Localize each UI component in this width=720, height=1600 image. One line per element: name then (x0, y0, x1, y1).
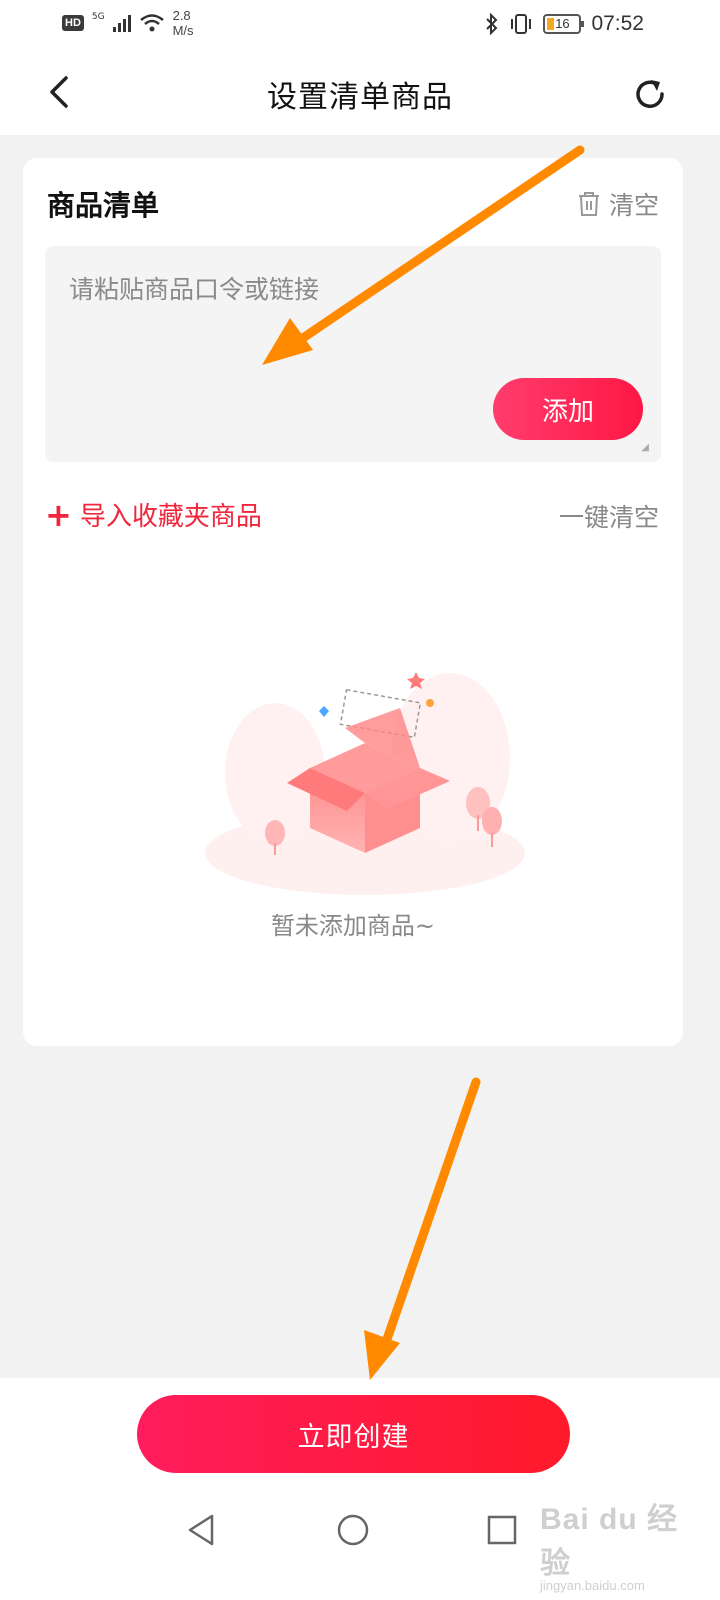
plus-icon: + (45, 495, 72, 534)
wifi-icon (139, 14, 164, 32)
baidu-watermark: Bai du 经验 jingyan.baidu.com (540, 1494, 690, 1593)
resize-grip-icon: ◢ (641, 442, 649, 453)
trash-icon (578, 192, 599, 216)
network-type: 5G (91, 12, 105, 22)
vibrate-icon (511, 14, 532, 34)
import-favorites-button[interactable]: + 导入收藏夹商品 (45, 496, 262, 533)
header: 设置清单商品 (0, 50, 720, 135)
watermark-sub: jingyan.baidu.com (540, 1578, 645, 1593)
speed-value: 2.8 (172, 8, 191, 23)
link-input-box: ◢ 添加 (45, 246, 661, 462)
battery-icon: 16 (543, 14, 585, 34)
clear-label: 清空 (608, 191, 659, 220)
clear-button[interactable]: 清空 (577, 186, 659, 222)
page-title: 设置清单商品 (267, 80, 453, 115)
status-bar: HD 5G 2.8 M/s 16 07:52 (0, 0, 720, 50)
empty-state-text: 暂未添加商品~ (270, 912, 436, 940)
hd-badge: HD (62, 15, 84, 31)
create-now-button[interactable]: 立即创建 (137, 1395, 570, 1473)
status-left: HD 5G 2.8 M/s (62, 8, 194, 38)
watermark-main: Bai du 经验 (540, 1503, 679, 1580)
link-input[interactable] (45, 246, 661, 366)
card-title: 商品清单 (47, 189, 160, 222)
signal-icon (112, 14, 131, 32)
status-right: 16 07:52 (485, 12, 644, 36)
product-list-card: 商品清单 清空 ◢ 添加 + 导入收藏夹商品 一键清空 (23, 158, 683, 1046)
network-speed: 2.8 M/s (173, 8, 194, 38)
import-label: 导入收藏夹商品 (79, 502, 262, 532)
speed-unit: M/s (172, 23, 194, 38)
clear-all-button[interactable]: 一键清空 (559, 498, 659, 534)
add-button[interactable]: 添加 (493, 378, 643, 440)
empty-box-illustration (205, 672, 525, 895)
circle-home-icon[interactable] (331, 1508, 375, 1552)
refresh-icon[interactable] (630, 74, 670, 114)
annotation-arrow-bottom (364, 1077, 481, 1380)
clock: 07:52 (591, 12, 644, 35)
triangle-back-icon[interactable] (180, 1508, 224, 1552)
square-recents-icon[interactable] (480, 1508, 524, 1552)
bluetooth-icon (486, 13, 498, 35)
